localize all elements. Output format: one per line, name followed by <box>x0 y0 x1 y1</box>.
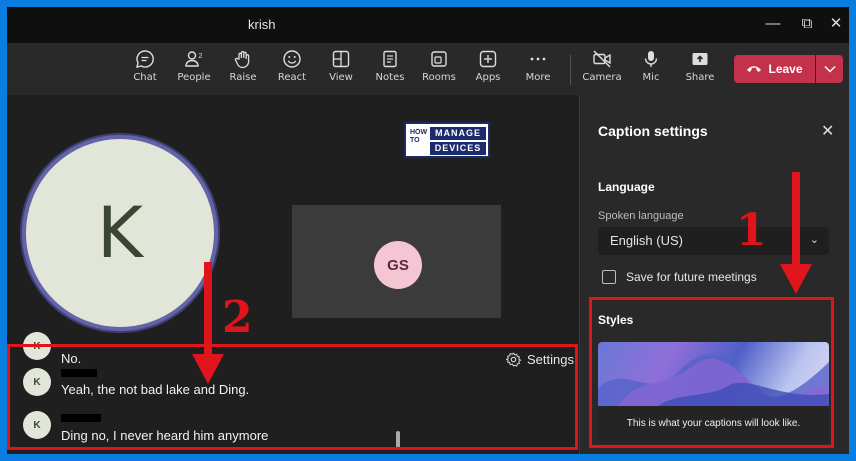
react-label: React <box>277 72 307 83</box>
close-window-icon[interactable]: ✕ <box>827 15 845 33</box>
meeting-toolbar: Chat 2 People Raise React View Notes Roo… <box>7 43 849 95</box>
leave-label: Leave <box>768 62 803 76</box>
apps-icon <box>479 50 497 68</box>
logo-manage: MANAGE <box>430 127 486 140</box>
minimize-icon[interactable]: — <box>764 15 782 33</box>
participant-tile[interactable]: GS <box>292 205 501 318</box>
annotation-number-two: 2 <box>222 292 253 343</box>
people-count: 2 <box>199 53 203 60</box>
hand-icon <box>234 51 250 69</box>
rooms-label: Rooms <box>422 72 456 83</box>
smile-icon <box>283 50 301 68</box>
participant-avatar: GS <box>374 241 422 289</box>
language-heading: Language <box>598 180 655 194</box>
annotation-arrow-down <box>780 172 812 294</box>
logo-how-to: HOW TO <box>410 129 428 144</box>
title-bar: krish — ⧉ ✕ <box>7 7 849 43</box>
hang-up-icon <box>747 66 762 72</box>
camera-label: Camera <box>582 72 622 83</box>
rooms-button[interactable]: Rooms <box>417 49 461 91</box>
chat-label: Chat <box>133 72 157 83</box>
apps-button[interactable]: Apps <box>466 49 510 91</box>
panel-title: Caption settings <box>598 123 708 139</box>
people-icon: 2 <box>185 51 203 67</box>
close-panel-icon[interactable]: ✕ <box>821 121 834 141</box>
captions-highlight-box <box>7 344 578 450</box>
leave-button[interactable]: Leave <box>734 55 815 83</box>
window-title: krish <box>248 17 276 32</box>
mic-label: Mic <box>642 72 660 83</box>
share-icon <box>692 53 708 65</box>
mic-button[interactable]: Mic <box>629 49 673 91</box>
mic-icon <box>644 51 658 67</box>
more-button[interactable]: More <box>516 49 560 91</box>
save-for-future-checkbox[interactable] <box>602 270 616 284</box>
people-label: People <box>177 72 211 83</box>
apps-label: Apps <box>475 72 501 83</box>
react-button[interactable]: React <box>270 49 314 91</box>
active-speaker-initial: K <box>97 192 143 274</box>
toolbar-divider <box>570 55 571 85</box>
more-label: More <box>525 72 551 83</box>
spoken-language-label: Spoken language <box>598 210 684 222</box>
annotation-number-one: 1 <box>736 205 767 256</box>
restore-icon[interactable]: ⧉ <box>798 15 816 33</box>
share-button[interactable]: Share <box>678 49 722 91</box>
rooms-icon <box>431 51 447 67</box>
view-button[interactable]: View <box>319 49 363 91</box>
logo-devices: DEVICES <box>430 142 486 155</box>
share-label: Share <box>685 72 715 83</box>
notes-label: Notes <box>375 72 405 83</box>
people-button[interactable]: 2 People <box>172 49 216 91</box>
howtomanagedevices-logo: HOW TO MANAGE DEVICES <box>404 122 490 158</box>
view-label: View <box>329 72 353 83</box>
styles-highlight-box <box>589 297 834 448</box>
save-for-future-label: Save for future meetings <box>626 270 757 284</box>
chat-button[interactable]: Chat <box>123 49 167 91</box>
notes-icon <box>383 50 397 68</box>
view-icon <box>332 50 350 68</box>
raise-hand-button[interactable]: Raise <box>221 49 265 91</box>
chat-icon <box>136 50 154 68</box>
leave-options-button[interactable] <box>816 55 843 83</box>
camera-button[interactable]: Camera <box>580 49 624 91</box>
chevron-down-icon <box>823 65 836 73</box>
notes-button[interactable]: Notes <box>368 49 412 91</box>
spoken-language-value: English (US) <box>610 233 683 248</box>
more-icon <box>530 57 546 61</box>
camera-off-icon <box>593 50 611 68</box>
raise-label: Raise <box>229 72 257 83</box>
